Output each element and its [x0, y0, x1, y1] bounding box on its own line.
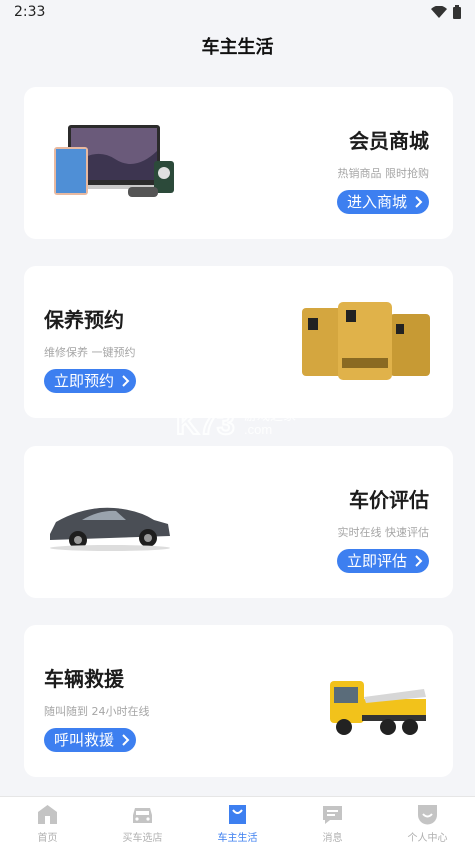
enter-mall-button[interactable]: 进入商城	[336, 190, 429, 214]
wifi-icon	[431, 5, 447, 18]
battery-icon	[453, 5, 461, 19]
card-title: 保养预约	[44, 308, 124, 332]
chevron-right-icon	[122, 375, 130, 387]
profile-icon	[418, 805, 437, 825]
card-title: 车辆救援	[44, 667, 124, 691]
tab-car-life[interactable]: 车主生活	[190, 797, 285, 847]
status-time: 2:33	[14, 4, 46, 20]
status-bar: 2:33	[0, 0, 475, 26]
card-title: 会员商城	[349, 129, 429, 153]
book-now-button[interactable]: 立即预约	[44, 369, 137, 393]
k73-watermark-logo: K73 游戏之家 .com	[175, 404, 296, 442]
call-rescue-button[interactable]: 呼叫救援	[44, 728, 137, 752]
button-label: 进入商城	[346, 193, 407, 211]
bottom-tab-bar: 首页 买车选店 车主生活 消息 个人中心	[0, 796, 475, 847]
tab-label: 消息	[322, 833, 343, 844]
tab-buy-car[interactable]: 买车选店	[95, 797, 190, 847]
chevron-right-icon	[122, 734, 130, 746]
card-maintenance[interactable]: 保养预约 维修保养 一键预约 立即预约	[24, 266, 453, 418]
button-label: 立即预约	[54, 372, 115, 390]
card-title: 车价评估	[349, 488, 429, 512]
bag-icon	[229, 805, 246, 824]
nav-bar: 车主生活	[0, 26, 475, 70]
card-subtitle: 随叫随到 24小时在线	[44, 705, 150, 718]
car-icon	[133, 808, 152, 823]
evaluate-now-button[interactable]: 立即评估	[336, 549, 429, 573]
card-roadside-rescue[interactable]: 车辆救援 随叫随到 24小时在线 呼叫救援	[24, 625, 453, 777]
status-icons	[431, 5, 461, 19]
svg-text:.com: .com	[244, 422, 272, 437]
card-member-mall[interactable]: 会员商城 热销商品 限时抢购 进入商城	[24, 87, 453, 239]
tow-truck-image	[330, 681, 426, 735]
tab-home[interactable]: 首页	[0, 797, 95, 847]
page-title: 车主生活	[201, 37, 274, 58]
tab-label: 首页	[37, 833, 58, 844]
tab-messages[interactable]: 消息	[285, 797, 380, 847]
tab-profile[interactable]: 个人中心	[380, 797, 475, 847]
home-icon	[38, 805, 57, 824]
svg-text:K73: K73	[176, 405, 235, 440]
tab-label: 买车选店	[122, 833, 163, 844]
chevron-right-icon	[415, 555, 423, 567]
chevron-right-icon	[415, 196, 423, 208]
electronics-products-image	[54, 125, 174, 197]
card-subtitle: 维修保养 一键预约	[44, 346, 136, 359]
card-subtitle: 热销商品 限时抢购	[337, 167, 430, 180]
card-car-valuation[interactable]: 车价评估 实时在线 快速评估 立即评估	[24, 446, 453, 598]
tab-label: 个人中心	[407, 833, 448, 844]
button-label: 立即评估	[346, 552, 407, 570]
watermark: K73 游戏之家 .com	[175, 404, 300, 444]
button-label: 呼叫救援	[54, 731, 115, 749]
message-icon	[323, 806, 342, 824]
card-subtitle: 实时在线 快速评估	[337, 526, 430, 539]
sedan-car-image	[50, 507, 170, 551]
motor-oil-bottles-image	[302, 302, 430, 380]
tab-label: 车主生活	[217, 833, 258, 844]
